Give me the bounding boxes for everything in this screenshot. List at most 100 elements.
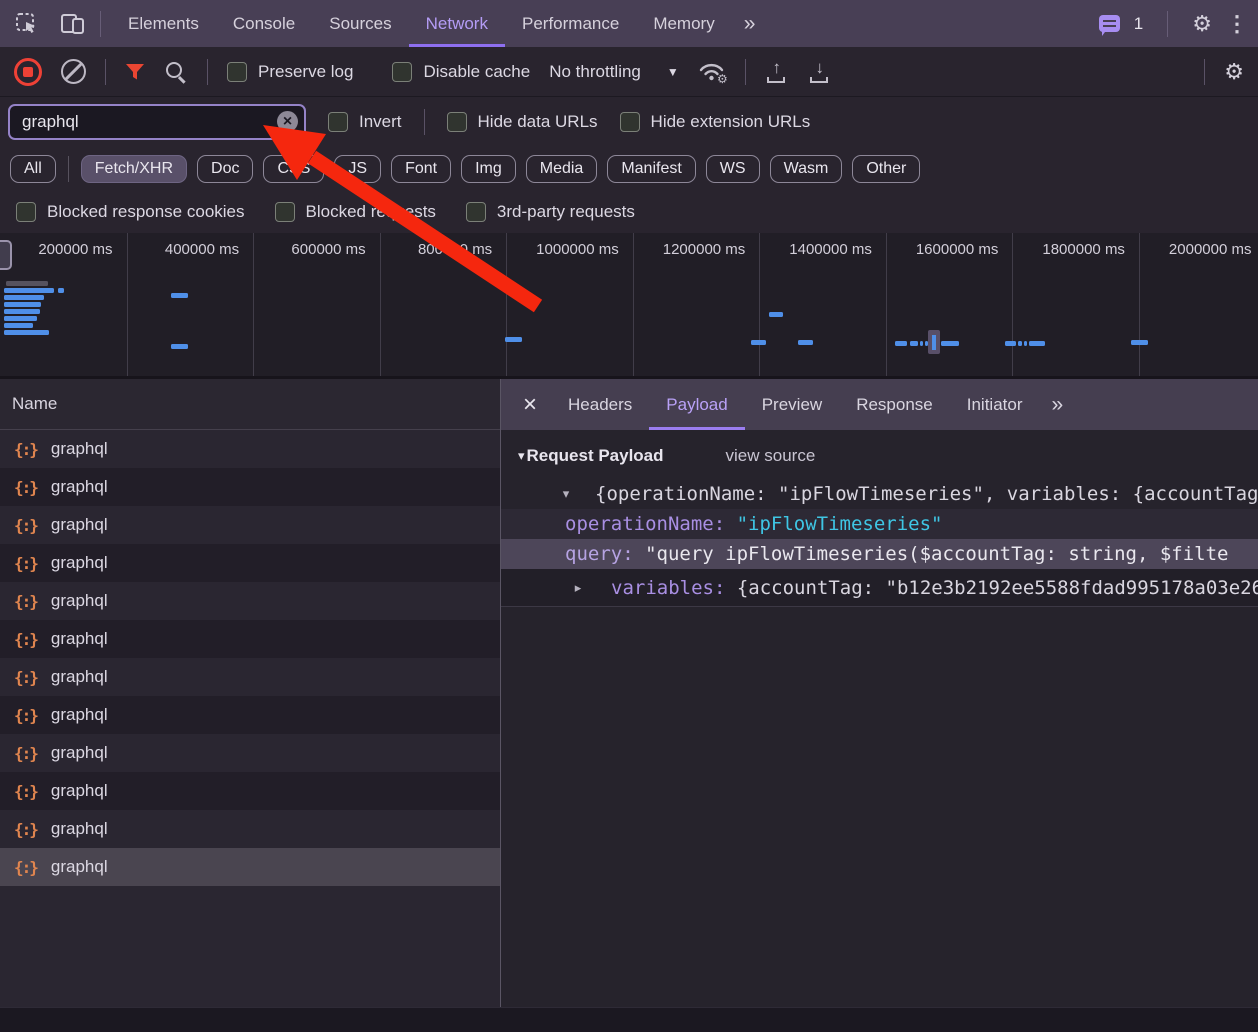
request-row[interactable]: {:}graphql	[0, 582, 500, 620]
blocked-requests-label[interactable]: Blocked requests	[306, 202, 436, 222]
blocked-requests-checkbox[interactable]	[275, 202, 295, 222]
clear-network-log-icon[interactable]	[61, 59, 86, 84]
filter-chip-js[interactable]: JS	[334, 155, 381, 183]
request-row[interactable]: {:}graphql	[0, 620, 500, 658]
network-conditions-icon[interactable]: ⚙	[698, 60, 726, 84]
json-braces-icon: {:}	[14, 782, 37, 801]
request-row[interactable]: {:}graphql	[0, 810, 500, 848]
issues-icon[interactable]	[1099, 15, 1120, 32]
clear-filter-icon[interactable]: ×	[277, 111, 298, 132]
filter-funnel-icon[interactable]	[125, 63, 145, 81]
view-source-link[interactable]: view source	[726, 446, 816, 466]
filter-chip-img[interactable]: Img	[461, 155, 516, 183]
request-name: graphql	[51, 477, 108, 497]
toolbar-separator	[105, 59, 106, 85]
payload-root-row[interactable]: ▾ {operationName: "ipFlowTimeseries", va…	[501, 479, 1258, 509]
search-icon[interactable]	[164, 60, 188, 84]
filter-input[interactable]	[10, 112, 274, 132]
timeline-tick-label: 1000000 ms	[506, 241, 633, 261]
filter-chip-doc[interactable]: Doc	[197, 155, 253, 183]
network-overview-timeline[interactable]: 200000 ms400000 ms600000 ms800000 ms1000…	[0, 233, 1258, 379]
inspect-element-icon[interactable]	[10, 7, 44, 41]
filter-chip-all[interactable]: All	[10, 155, 56, 183]
hide-data-urls-checkbox[interactable]	[447, 112, 467, 132]
waterfall-bar	[171, 344, 188, 349]
preserve-log-label[interactable]: Preserve log	[258, 62, 353, 82]
tab-performance[interactable]: Performance	[505, 0, 636, 47]
blocked-cookies-checkbox[interactable]	[16, 202, 36, 222]
tab-initiator[interactable]: Initiator	[950, 379, 1040, 430]
tab-sources[interactable]: Sources	[312, 0, 408, 47]
blocked-cookies-label[interactable]: Blocked response cookies	[47, 202, 245, 222]
details-tab-bar: × Headers Payload Preview Response Initi…	[501, 379, 1258, 430]
filter-chip-fetch-xhr[interactable]: Fetch/XHR	[81, 155, 187, 183]
tab-headers[interactable]: Headers	[551, 379, 649, 430]
network-settings-gear-icon[interactable]: ⚙	[1224, 61, 1244, 83]
filter-chip-css[interactable]: CSS	[263, 155, 324, 183]
hide-extension-urls-label[interactable]: Hide extension URLs	[651, 112, 811, 132]
filter-chip-other[interactable]: Other	[852, 155, 920, 183]
tab-network[interactable]: Network	[409, 0, 505, 47]
request-row[interactable]: {:}graphql	[0, 734, 500, 772]
close-details-icon[interactable]: ×	[509, 379, 551, 430]
expand-triangle-icon[interactable]: ▸	[501, 580, 611, 596]
payload-variables-row[interactable]: ▸ variables: {accountTag: "b12e3b2192ee5…	[501, 569, 1258, 607]
throttling-select[interactable]: No throttling ▼	[549, 62, 679, 82]
waterfall-bar	[4, 288, 54, 293]
third-party-label[interactable]: 3rd-party requests	[497, 202, 635, 222]
collapse-triangle-icon[interactable]: ▾	[518, 448, 525, 464]
request-row[interactable]: {:}graphql	[0, 696, 500, 734]
waterfall-bar	[1131, 340, 1148, 345]
tab-memory[interactable]: Memory	[636, 0, 731, 47]
preserve-log-checkbox[interactable]	[227, 62, 247, 82]
request-row[interactable]: {:}graphql	[0, 506, 500, 544]
waterfall-bar	[751, 340, 766, 345]
waterfall-bar	[505, 337, 522, 342]
timeline-tick-label: 600000 ms	[253, 241, 380, 261]
request-row[interactable]: {:}graphql	[0, 468, 500, 506]
request-row[interactable]: {:}graphql	[0, 772, 500, 810]
json-braces-icon: {:}	[14, 668, 37, 687]
hide-extension-urls-checkbox[interactable]	[620, 112, 640, 132]
invert-checkbox[interactable]	[328, 112, 348, 132]
filter-chip-font[interactable]: Font	[391, 155, 451, 183]
name-column-header[interactable]: Name	[0, 379, 500, 430]
disable-cache-label[interactable]: Disable cache	[423, 62, 530, 82]
more-tabs-icon[interactable]: »	[732, 0, 768, 47]
request-payload-header[interactable]: ▾ Request Payload view source	[501, 430, 1258, 470]
record-network-log-icon[interactable]	[14, 58, 42, 86]
timeline-tick-label: 400000 ms	[127, 241, 254, 261]
request-row[interactable]: {:}graphql	[0, 848, 500, 886]
more-detail-tabs-icon[interactable]: »	[1040, 379, 1076, 430]
tab-elements[interactable]: Elements	[111, 0, 216, 47]
third-party-checkbox[interactable]	[466, 202, 486, 222]
dots-menu-icon[interactable]: ⋮	[1226, 13, 1248, 35]
request-row[interactable]: {:}graphql	[0, 544, 500, 582]
expand-triangle-icon[interactable]: ▾	[501, 486, 595, 502]
tab-response[interactable]: Response	[839, 379, 950, 430]
waterfall-bar	[4, 316, 37, 321]
filter-chip-manifest[interactable]: Manifest	[607, 155, 695, 183]
preserve-log-option: Preserve log	[227, 62, 353, 82]
filter-chip-media[interactable]: Media	[526, 155, 598, 183]
tab-payload[interactable]: Payload	[649, 379, 744, 430]
request-row[interactable]: {:}graphql	[0, 658, 500, 696]
tab-preview[interactable]: Preview	[745, 379, 839, 430]
request-row[interactable]: {:}graphql	[0, 430, 500, 468]
filter-chip-wasm[interactable]: Wasm	[770, 155, 843, 183]
payload-query-row[interactable]: query: "query ipFlowTimeseries($accountT…	[501, 539, 1258, 569]
tab-console[interactable]: Console	[216, 0, 312, 47]
filter-chip-ws[interactable]: WS	[706, 155, 760, 183]
settings-gear-icon[interactable]: ⚙	[1192, 13, 1212, 35]
disable-cache-checkbox[interactable]	[392, 62, 412, 82]
export-har-icon[interactable]: ↓	[808, 61, 832, 83]
blocked-options-row: Blocked response cookies Blocked request…	[0, 190, 1258, 233]
payload-operation-row[interactable]: operationName: "ipFlowTimeseries"	[501, 509, 1258, 539]
device-toolbar-icon[interactable]	[56, 7, 90, 41]
invert-label[interactable]: Invert	[359, 112, 402, 132]
request-name: graphql	[51, 743, 108, 763]
import-har-icon[interactable]: ↑	[765, 61, 789, 83]
chip-separator	[68, 156, 69, 182]
waterfall-bar	[910, 341, 918, 346]
hide-data-urls-label[interactable]: Hide data URLs	[478, 112, 598, 132]
